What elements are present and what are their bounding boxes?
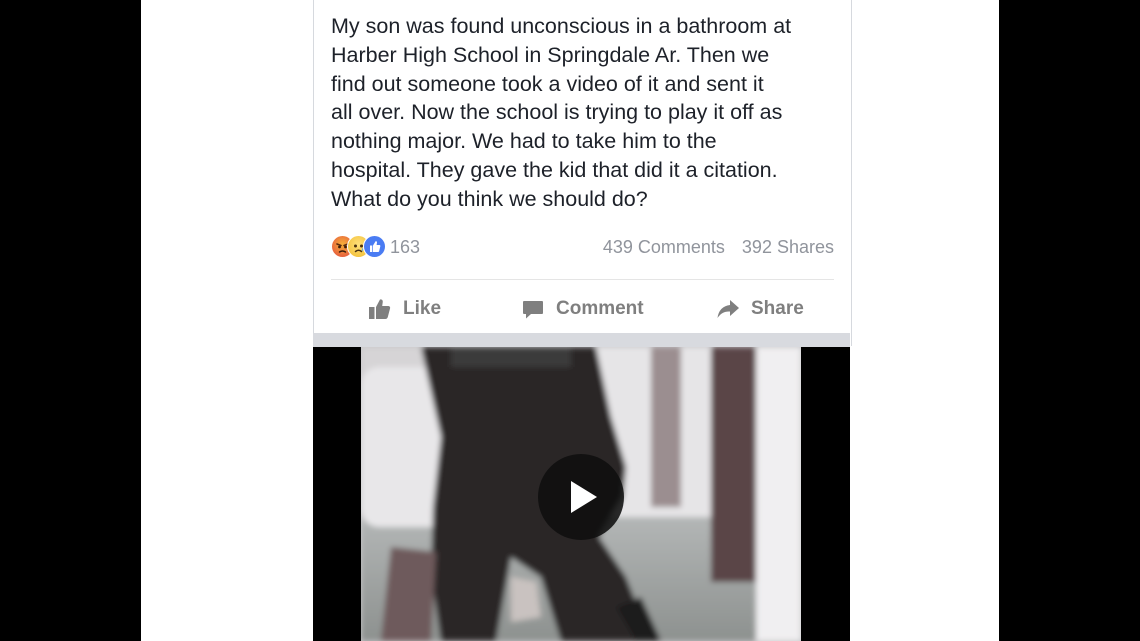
facebook-post-card: My son was found unconscious in a bathro… (313, 0, 852, 346)
share-arrow-icon (716, 297, 740, 321)
comment-bubble-icon (521, 297, 545, 321)
engagement-counts: 439 Comments 392 Shares (591, 235, 834, 259)
comment-button[interactable]: Comment (521, 288, 644, 330)
divider (331, 279, 834, 280)
reaction-count: 163 (390, 237, 421, 257)
post-action-bar: Like Comment Share (314, 288, 851, 330)
play-icon (571, 481, 597, 513)
post-separator (313, 333, 850, 347)
share-label: Share (751, 298, 804, 319)
comments-count-link[interactable]: 439 Comments (603, 237, 725, 257)
thumbs-up-icon (368, 297, 392, 321)
like-button[interactable]: Like (368, 288, 441, 330)
comment-label: Comment (556, 298, 644, 319)
post-stats-bar: 163 439 Comments 392 Shares (331, 234, 834, 260)
like-label: Like (403, 298, 442, 319)
share-button[interactable]: Share (716, 288, 804, 330)
video-player[interactable] (313, 347, 850, 641)
post-text: My son was found unconscious in a bathro… (331, 14, 792, 211)
play-button[interactable] (538, 454, 624, 540)
like-reaction-icon (363, 235, 386, 258)
shares-count-link[interactable]: 392 Shares (742, 237, 834, 257)
